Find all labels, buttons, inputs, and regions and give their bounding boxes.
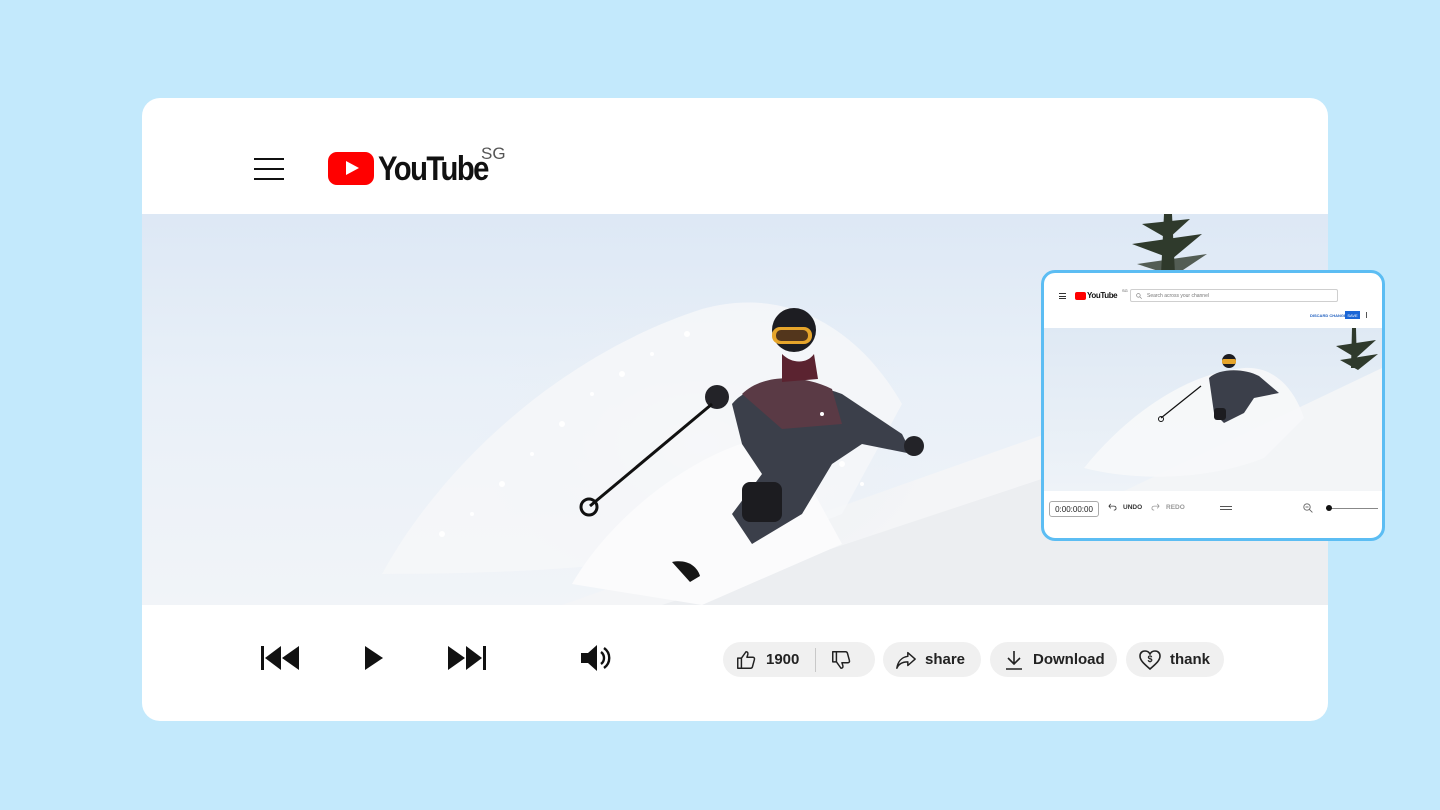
like-divider — [815, 647, 817, 672]
play-icon[interactable] — [364, 645, 384, 671]
svg-text:$: $ — [1147, 654, 1152, 664]
share-button[interactable]: share — [883, 642, 981, 677]
logo-text: YouTube — [378, 150, 489, 188]
thanks-icon: $ — [1139, 649, 1161, 670]
next-icon[interactable] — [447, 645, 487, 671]
editor-preview-window: YouTube SG Search across your channel DI… — [1041, 270, 1385, 541]
region-code: SG — [481, 144, 506, 163]
inset-region-code: SG — [1122, 288, 1128, 293]
timecode-display[interactable]: 0:00:00:00 — [1049, 501, 1099, 517]
share-icon — [896, 651, 916, 669]
like-count: 1900 — [766, 651, 800, 668]
zoom-slider-thumb[interactable] — [1326, 505, 1332, 511]
inset-search-placeholder: Search across your channel — [1147, 292, 1209, 299]
undo-button[interactable]: UNDO — [1108, 503, 1142, 511]
zoom-out-icon[interactable] — [1303, 503, 1313, 513]
save-button[interactable]: SAVE — [1345, 311, 1360, 319]
inset-more-icon[interactable] — [1366, 312, 1367, 318]
youtube-play-logo-icon — [328, 152, 374, 185]
timeline-drag-handle[interactable] — [1220, 506, 1232, 510]
inset-menu-icon[interactable] — [1059, 293, 1066, 299]
menu-icon[interactable] — [254, 158, 284, 180]
thanks-label: thank — [1170, 651, 1211, 668]
zoom-slider[interactable] — [1326, 505, 1378, 511]
inset-search-input[interactable]: Search across your channel — [1130, 289, 1338, 302]
thumbs-down-icon[interactable] — [830, 649, 852, 671]
inset-search-icon — [1136, 292, 1142, 299]
discard-changes-button[interactable]: DISCARD CHANGES — [1310, 313, 1349, 318]
player-controls: 1900 share Download $ thank — [142, 605, 1328, 721]
redo-icon — [1151, 503, 1160, 511]
inset-logo-text: YouTube — [1087, 291, 1118, 300]
undo-label: UNDO — [1123, 503, 1143, 511]
like-dislike-group: 1900 — [723, 642, 875, 677]
previous-icon[interactable] — [261, 645, 301, 671]
download-icon — [1006, 650, 1022, 670]
share-label: share — [925, 651, 966, 668]
redo-button[interactable]: REDO — [1151, 503, 1185, 511]
redo-label: REDO — [1166, 503, 1185, 511]
download-label: Download — [1033, 651, 1105, 668]
download-button[interactable]: Download — [990, 642, 1117, 677]
zoom-slider-track — [1326, 507, 1378, 509]
inset-youtube-play-icon — [1075, 292, 1086, 300]
volume-icon[interactable] — [580, 643, 614, 673]
thumbs-up-icon[interactable] — [735, 649, 757, 671]
undo-icon — [1108, 503, 1117, 511]
inset-skier-video-image — [1084, 328, 1382, 491]
thanks-button[interactable]: $ thank — [1126, 642, 1224, 677]
inset-video-frame[interactable] — [1044, 328, 1382, 491]
